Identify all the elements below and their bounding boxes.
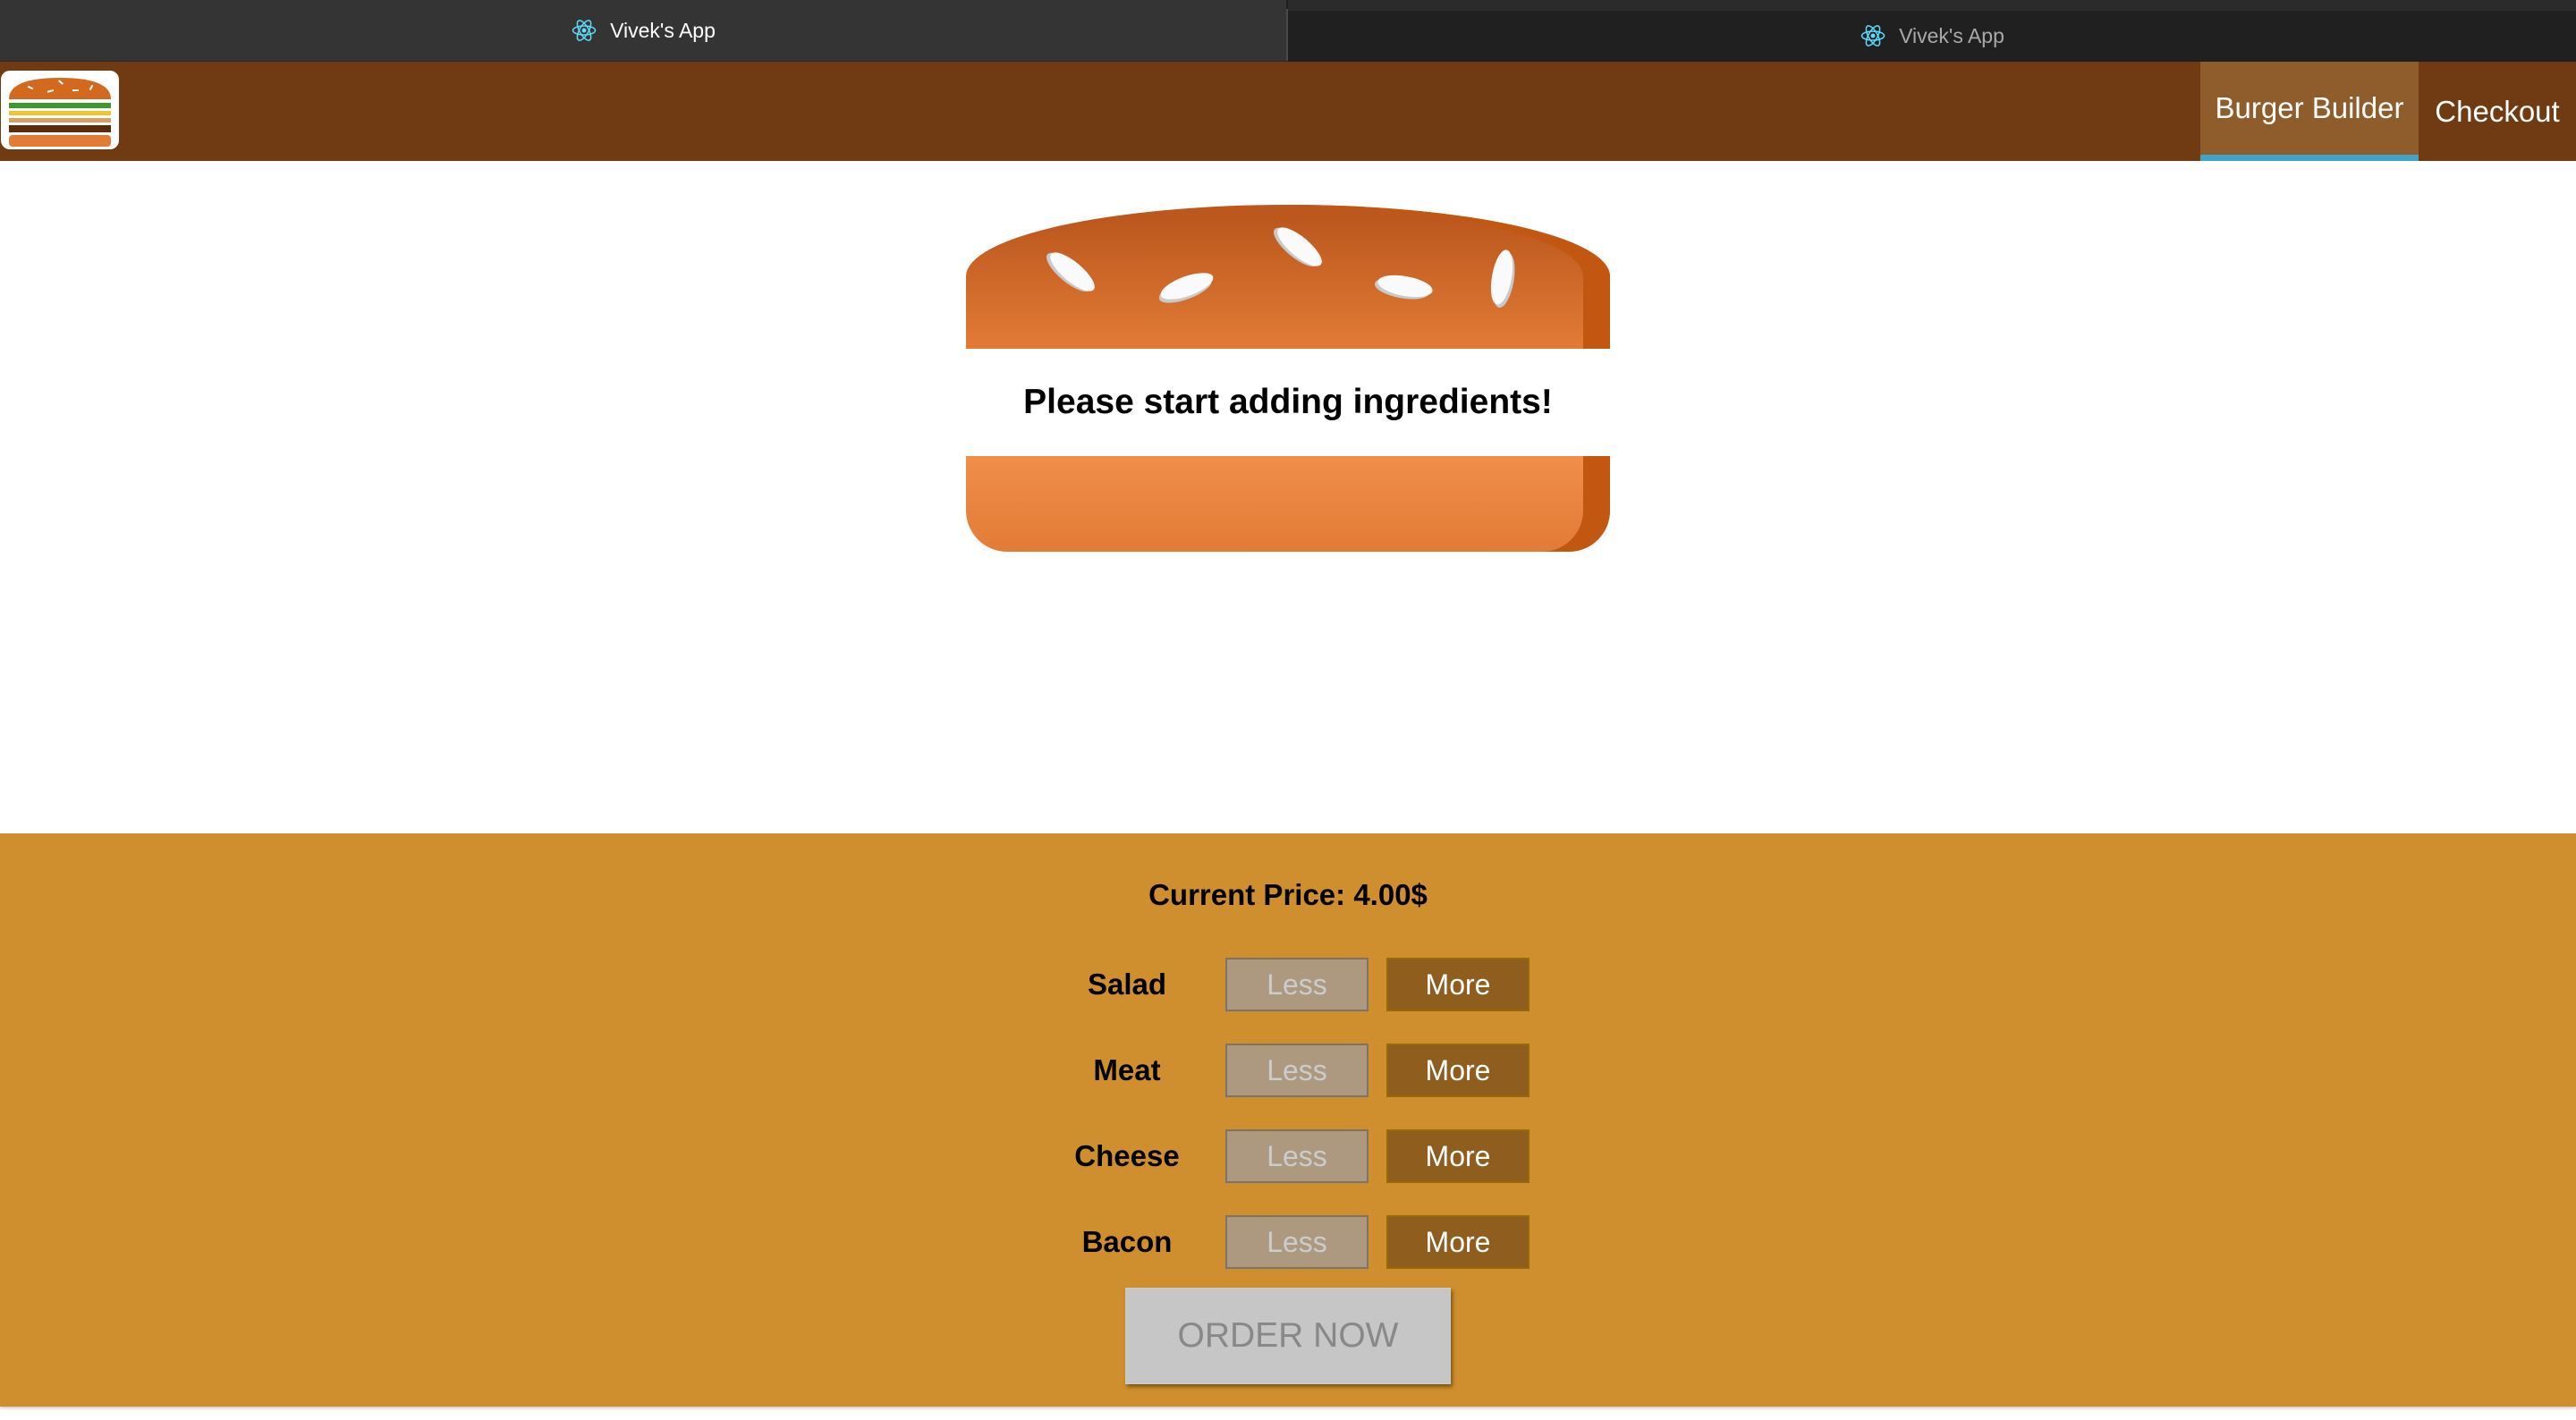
burger-preview: Please start adding ingredients! bbox=[966, 205, 1610, 552]
less-salad-button[interactable]: Less bbox=[1225, 958, 1368, 1011]
less-meat-button[interactable]: Less bbox=[1225, 1044, 1368, 1097]
less-bacon-button[interactable]: Less bbox=[1225, 1215, 1368, 1269]
react-icon bbox=[572, 20, 597, 41]
ingredient-control-salad: Salad Less More bbox=[1055, 958, 1531, 1011]
less-cheese-button[interactable]: Less bbox=[1225, 1129, 1368, 1183]
seed bbox=[1157, 267, 1216, 305]
current-price-text: Current Price: 4.00$ bbox=[1148, 878, 1428, 911]
ingredient-label: Bacon bbox=[1081, 1225, 1173, 1258]
ingredient-control-bacon: Bacon Less More bbox=[1055, 1215, 1531, 1269]
bread-top bbox=[966, 205, 1610, 349]
more-cheese-button[interactable]: More bbox=[1386, 1129, 1530, 1183]
seed bbox=[1045, 246, 1100, 298]
bread-bottom bbox=[966, 456, 1610, 552]
more-salad-button[interactable]: More bbox=[1386, 958, 1530, 1011]
nav-burger-builder[interactable]: Burger Builder bbox=[2200, 62, 2419, 161]
browser-tab-inactive[interactable]: Vivek's App bbox=[1288, 0, 2576, 61]
seed bbox=[1376, 271, 1435, 301]
seed bbox=[1272, 221, 1327, 273]
react-icon bbox=[1860, 25, 1885, 46]
tab-title: Vivek's App bbox=[1899, 23, 2004, 47]
nav-checkout[interactable]: Checkout bbox=[2419, 62, 2576, 161]
more-meat-button[interactable]: More bbox=[1386, 1044, 1530, 1097]
browser-tab-strip: Vivek's App Vivek's App bbox=[0, 0, 2576, 63]
ingredient-label: Salad bbox=[1087, 968, 1167, 1001]
ingredient-label: Cheese bbox=[1074, 1139, 1180, 1172]
browser-tab-active[interactable]: Vivek's App bbox=[0, 0, 1286, 63]
tab-title: Vivek's App bbox=[610, 18, 716, 42]
order-now-button[interactable]: ORDER NOW bbox=[1125, 1288, 1451, 1384]
ingredient-label: Meat bbox=[1093, 1053, 1161, 1086]
empty-burger-message: Please start adding ingredients! bbox=[966, 349, 1610, 456]
current-price: Current Price: 4.00$ bbox=[0, 878, 2576, 912]
ingredient-control-meat: Meat Less More bbox=[1055, 1044, 1531, 1097]
burger-logo-icon bbox=[9, 78, 111, 147]
build-controls: Current Price: 4.00$ Salad Less More Mea… bbox=[0, 833, 2576, 1407]
more-bacon-button[interactable]: More bbox=[1386, 1215, 1530, 1269]
ingredient-control-cheese: Cheese Less More bbox=[1055, 1129, 1531, 1183]
seed bbox=[1487, 248, 1517, 307]
app-toolbar: Burger Builder Checkout bbox=[0, 62, 2576, 161]
logo[interactable] bbox=[1, 71, 119, 149]
